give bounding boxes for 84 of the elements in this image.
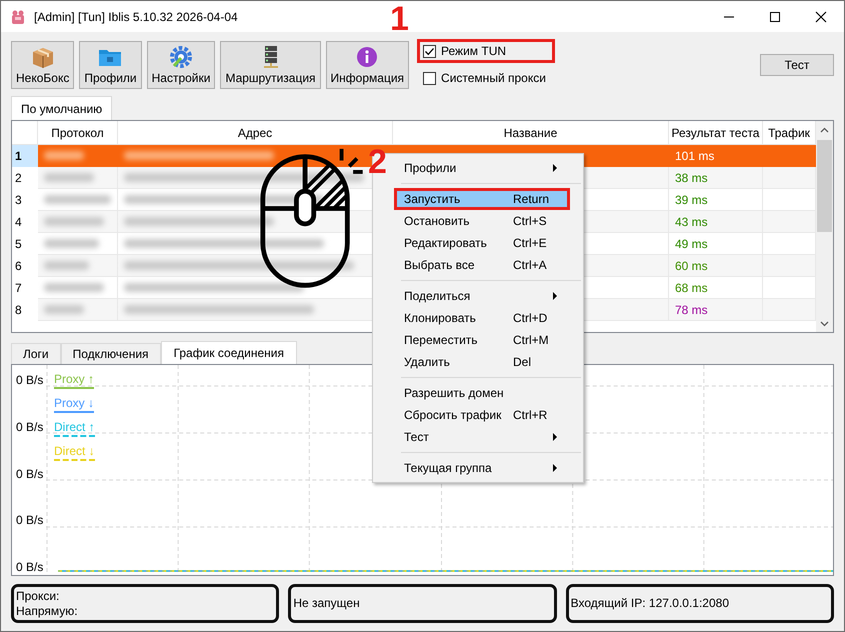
menu-item[interactable]: Выбрать все Ctrl+A: [394, 254, 570, 276]
toolbar-button[interactable]: Профили: [79, 41, 142, 89]
shortcut-text: Ctrl+D: [513, 311, 548, 325]
axis-label: 0 B/s: [16, 560, 44, 574]
test-result-cell: 101 ms: [669, 145, 763, 167]
shortcut-text: Ctrl+M: [513, 333, 550, 347]
blurred-text: [44, 283, 104, 292]
axis-label: 0 B/s: [16, 466, 44, 480]
toolbar-button[interactable]: Настройки: [146, 41, 216, 89]
submenu-arrow-icon: [551, 464, 559, 472]
annotation-number: 2: [368, 145, 387, 179]
scrollbar[interactable]: [816, 121, 833, 332]
shortcut-text: Del: [513, 355, 532, 369]
menu-item[interactable]: Переместить Ctrl+M: [394, 329, 570, 351]
column-header[interactable]: Результат теста: [669, 121, 763, 145]
checkbox[interactable]: [423, 72, 436, 84]
checkbox-option[interactable]: Системный прокси: [417, 66, 555, 90]
submenu-arrow-icon: [551, 164, 559, 172]
checkmark-icon: [424, 46, 436, 56]
checkbox-label: Системный прокси: [441, 71, 546, 85]
annotation-number: 1: [390, 2, 409, 36]
checkbox[interactable]: [423, 44, 436, 58]
menu-item[interactable]: Поделиться: [394, 285, 570, 307]
menu-item[interactable]: Разрешить домен: [394, 382, 570, 404]
test-button[interactable]: Тест: [760, 54, 834, 76]
test-result-cell: 60 ms: [669, 255, 763, 277]
shortcut-text: Return: [513, 192, 550, 206]
menu-item[interactable]: Текущая группа: [394, 457, 570, 479]
maximize-icon[interactable]: [769, 10, 781, 22]
column-header[interactable]: Название: [393, 121, 669, 145]
tab[interactable]: Логи: [11, 343, 61, 364]
row-number[interactable]: 1: [12, 145, 38, 167]
toolbar-button[interactable]: Информация: [326, 41, 410, 89]
checkbox-label: Режим TUN: [441, 44, 506, 58]
blurred-text: [44, 239, 99, 248]
menu-item[interactable]: Удалить Del: [394, 351, 570, 373]
toolbar-button[interactable]: Маршрутизация: [220, 41, 321, 89]
caret-down-icon[interactable]: [820, 320, 829, 326]
test-result-cell: 43 ms: [669, 211, 763, 233]
blurred-text: [44, 261, 89, 270]
toolbar-button[interactable]: НекоБокс: [11, 41, 74, 89]
menu-item[interactable]: Сбросить трафик Ctrl+R: [394, 404, 570, 426]
column-header[interactable]: Адрес: [118, 121, 393, 145]
axis-label: 0 B/s: [16, 513, 44, 528]
highlighted-checkbox-option[interactable]: Режим TUN: [417, 39, 555, 63]
submenu-arrow-icon: [551, 292, 559, 300]
blurred-text: [44, 195, 111, 204]
status-text: Входящий IP: 127.0.0.1:2080: [570, 596, 730, 611]
submenu-arrow-icon: [551, 433, 559, 441]
status-text: Не запущен: [293, 596, 361, 611]
table-cell: [763, 145, 816, 167]
shortcut-text: Ctrl+A: [513, 258, 548, 272]
blurred-text: [44, 173, 94, 182]
axis-label: 0 B/s: [16, 373, 44, 387]
axis-label: 0 B/s: [16, 420, 44, 434]
shortcut-text: Ctrl+S: [513, 214, 548, 228]
tab[interactable]: График соединения: [160, 341, 297, 364]
blurred-text: [44, 305, 84, 314]
app-icon: [10, 8, 26, 24]
window-title: [Admin] [Tun] Iblis 5.10.32 2026-04-04: [34, 10, 238, 24]
menu-item[interactable]: Клонировать Ctrl+D: [394, 307, 570, 329]
close-icon[interactable]: [815, 10, 827, 22]
test-result-cell: 78 ms: [669, 299, 763, 321]
shortcut-text: Ctrl+R: [513, 408, 548, 422]
gear-icon: [168, 44, 194, 70]
shortcut-text: Ctrl+E: [513, 236, 548, 250]
blurred-text: [44, 217, 104, 226]
table-cell: [763, 167, 816, 189]
scrollbar-thumb[interactable]: [817, 140, 832, 232]
menu-item[interactable]: Тест: [394, 426, 570, 448]
menu-item[interactable]: Редактировать Ctrl+E: [394, 232, 570, 254]
caret-up-icon[interactable]: [820, 126, 829, 132]
table-cell: [763, 211, 816, 233]
status-text: Напрямую:: [16, 604, 79, 618]
blurred-text: [44, 151, 84, 160]
column-header[interactable]: Протокол: [38, 121, 118, 145]
menu-item[interactable]: Запустить Return: [394, 188, 570, 210]
status-text: Прокси:: [16, 588, 60, 604]
tab[interactable]: Подключения: [60, 343, 161, 364]
test-result-cell: 38 ms: [669, 167, 763, 189]
group-tab[interactable]: По умолчанию: [11, 96, 112, 120]
column-header[interactable]: Трафик: [763, 121, 816, 145]
menu-item[interactable]: Остановить Ctrl+S: [394, 210, 570, 232]
menu-item[interactable]: Профили: [394, 157, 570, 179]
